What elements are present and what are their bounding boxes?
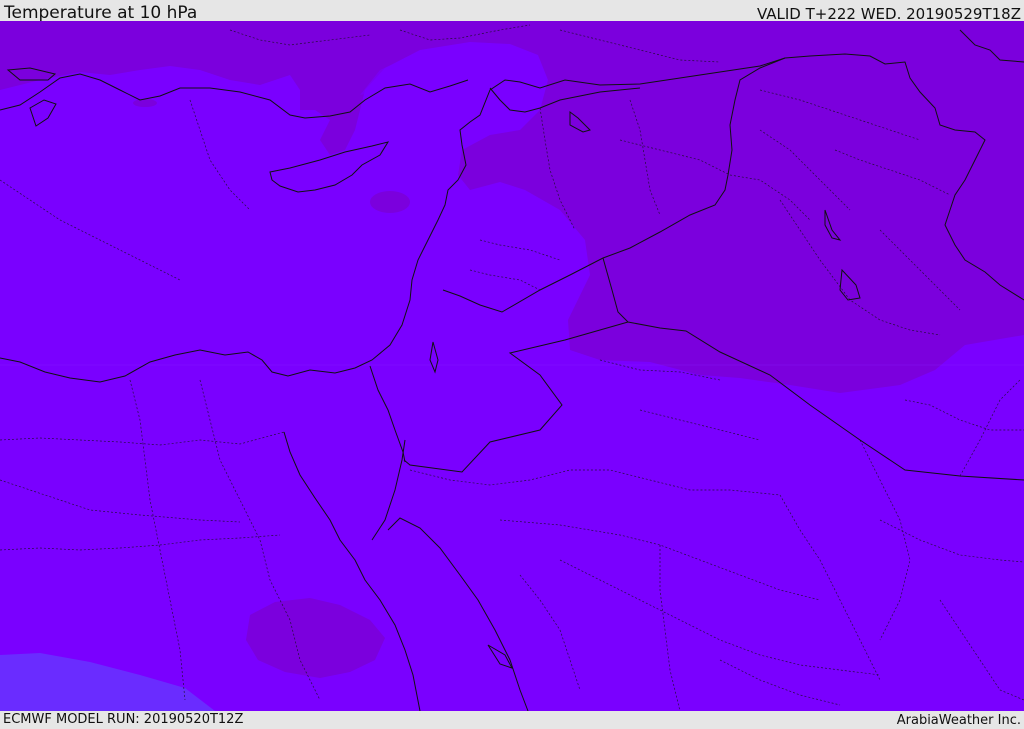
map-svg: [0, 21, 1024, 711]
field-cell-cyprus: [370, 191, 410, 213]
credit-label: ArabiaWeather Inc.: [896, 713, 1021, 728]
field-cell-aegean: [133, 99, 157, 107]
map-title: Temperature at 10 hPa: [4, 3, 198, 23]
model-run-label: ECMWF MODEL RUN: 20190520T12Z: [3, 712, 244, 727]
header-bar: Temperature at 10 hPa VALID T+222 WED. 2…: [0, 0, 1024, 23]
temperature-map: [0, 21, 1024, 711]
footer-bar: ECMWF MODEL RUN: 20190520T12Z ArabiaWeat…: [0, 711, 1024, 729]
